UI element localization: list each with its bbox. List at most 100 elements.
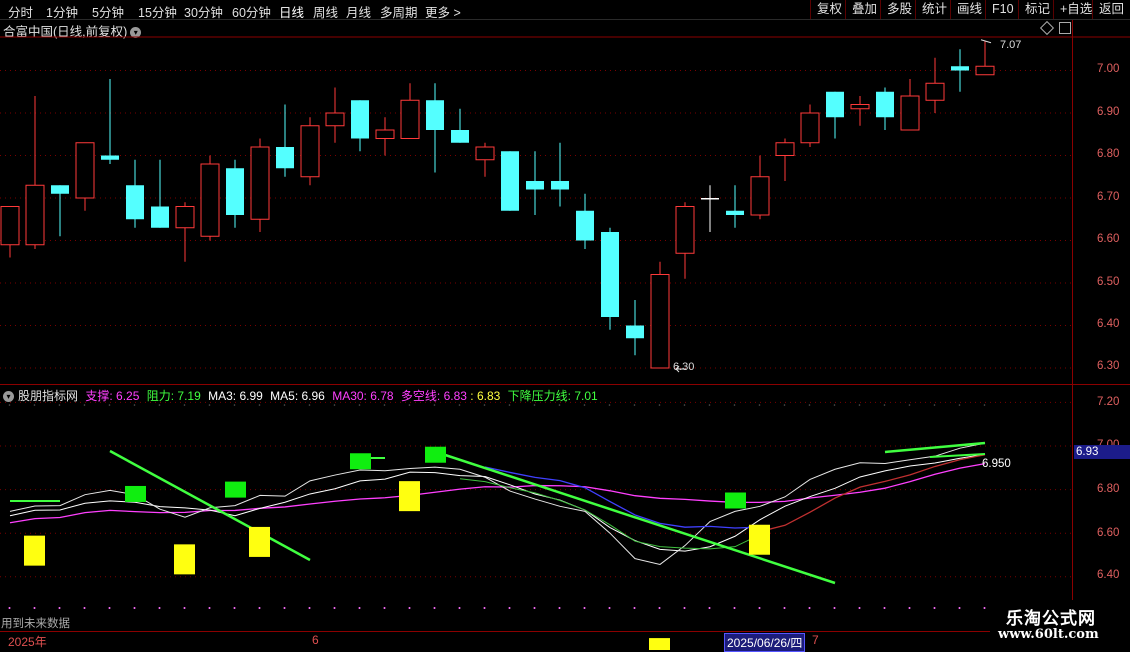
top-dot [533,404,536,406]
baseline-dot [358,607,361,609]
baseline-dot [433,607,436,609]
top-dot [708,404,711,406]
candle-body-up [300,125,320,178]
fuquan-button[interactable]: 复权 [810,0,848,19]
baseline-dot [658,607,661,609]
window-toggle-icon[interactable] [1059,22,1071,34]
candle-body-down [151,206,169,228]
candle-body-down [276,147,294,169]
baseline-dot [683,607,686,609]
top-dot [783,404,786,406]
candle-body-down [51,185,69,194]
chevron-down-icon[interactable]: ▾ [3,391,14,403]
candle-body-down [576,210,594,241]
top-dot [433,404,436,406]
ma30-label: MA30: 6.78 [332,389,394,403]
top-dot [933,404,936,406]
candle-body-up [850,104,870,110]
more-label: 更多 [425,6,451,20]
baseline-dot [933,607,936,609]
year-label: 2025年 [8,635,47,649]
price-tick-6.30: 6.30 [1097,360,1120,372]
pressure-line-4 [929,453,986,458]
baseline-dot [83,607,86,609]
candle-body-down [501,151,519,211]
tab-30min[interactable]: 30分钟 [184,2,223,21]
selected-date-label[interactable]: 2025/06/26/四 [724,633,806,652]
baseline-dot [258,607,261,609]
candle-body-down [826,91,844,118]
candle-body-down [101,155,119,160]
top-dot [258,404,261,406]
bull-bear-blue-line [484,466,761,529]
mark-button[interactable]: 标记 [1018,0,1056,19]
candle-body-up [325,112,345,127]
low-price-label: 6.30 [673,361,695,373]
support-label: 支撑: 6.25 [85,389,140,403]
top-dot [458,404,461,406]
baseline-dot [58,607,61,609]
baseline-dot [733,607,736,609]
pressure-line-3 [884,441,986,454]
tab-1min[interactable]: 1分钟 [46,2,78,21]
baseline-dot [758,607,761,609]
candle-body-down [726,210,744,215]
tab-monthly[interactable]: 月线 [346,2,371,21]
bull-bear-label: 多空线: 6.83 [400,389,467,403]
baseline-dot [583,607,586,609]
baseline-dot [458,607,461,609]
stock-title[interactable]: 合富中国(日线,前复权) ▾ [3,21,142,40]
top-dot [833,404,836,406]
top-dot [8,404,11,406]
candle-body-up [650,274,670,369]
kline-chart [0,20,1130,650]
candle-body-up [400,99,420,139]
top-dot [983,404,986,406]
baseline-dot [108,607,111,609]
green-signal-block [225,481,246,498]
overlay-button[interactable]: 叠加 [845,0,883,19]
baseline-dot [33,607,36,609]
top-dot [58,404,61,406]
tab-multi-period[interactable]: 多周期 [380,2,418,21]
green-signal-block [725,492,746,509]
top-dot [183,404,186,406]
indicator-name: 股朋指标网 [18,389,79,403]
statistics-button[interactable]: 统计 [915,0,953,19]
price-tick-6.90: 6.90 [1097,106,1120,118]
candle-body-down [526,181,544,190]
draw-line-button[interactable]: 画线 [950,0,988,19]
candle-body-up [675,206,695,254]
baseline-dot [608,607,611,609]
multi-stock-button[interactable]: 多股 [880,0,918,19]
tab-more[interactable]: 更多 > [425,2,461,21]
baseline-dot [283,607,286,609]
baseline-dot [383,607,386,609]
candle-body-down [551,181,569,190]
ma30-line [9,463,986,524]
f10-button[interactable]: F10 [985,0,1020,19]
baseline-dot [133,607,136,609]
candle-body-up [175,206,195,229]
tab-weekly[interactable]: 周线 [313,2,338,21]
price-tick-6.50: 6.50 [1097,276,1120,288]
candle-body-up [975,65,995,76]
baseline-dot [983,607,986,609]
yellow-signal-block [24,535,45,566]
baseline-dot [333,607,336,609]
candle-body-down [451,130,469,143]
top-dot [683,404,686,406]
tab-fenshi[interactable]: 分时 [8,2,33,21]
tab-daily[interactable]: 日线 [279,2,304,21]
diamond-icon[interactable] [1039,20,1055,36]
tab-60min[interactable]: 60分钟 [232,2,271,21]
back-button[interactable]: 返回 [1092,0,1130,19]
top-dot [83,404,86,406]
tab-15min[interactable]: 15分钟 [138,2,177,21]
chevron-down-icon[interactable]: ▾ [130,27,142,39]
bull-bear-red-line [759,454,986,533]
time-axis: 2025年 6 2025/06/26/四 7 [0,631,1130,652]
tab-5min[interactable]: 5分钟 [92,2,124,21]
candle-body-up [800,112,820,144]
chevron-right-icon: > [453,6,461,20]
